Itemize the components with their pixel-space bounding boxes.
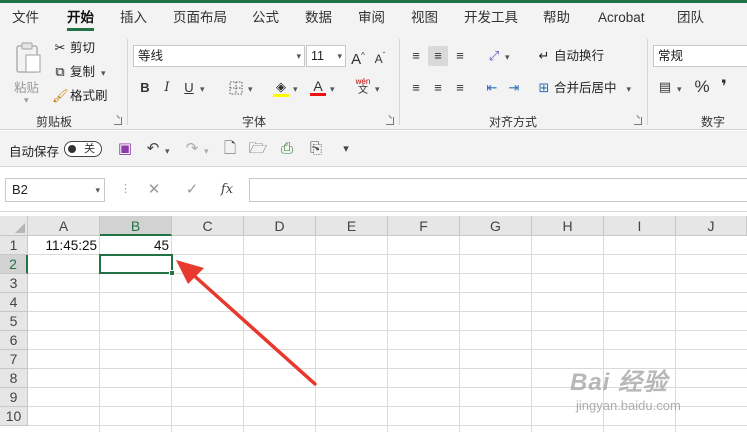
watermark-main: Bai 经验 [570,369,669,396]
baidu-watermark: Bai 经验 jingyan.baidu.com [570,362,740,422]
watermark-url: jingyan.baidu.com [576,398,681,413]
